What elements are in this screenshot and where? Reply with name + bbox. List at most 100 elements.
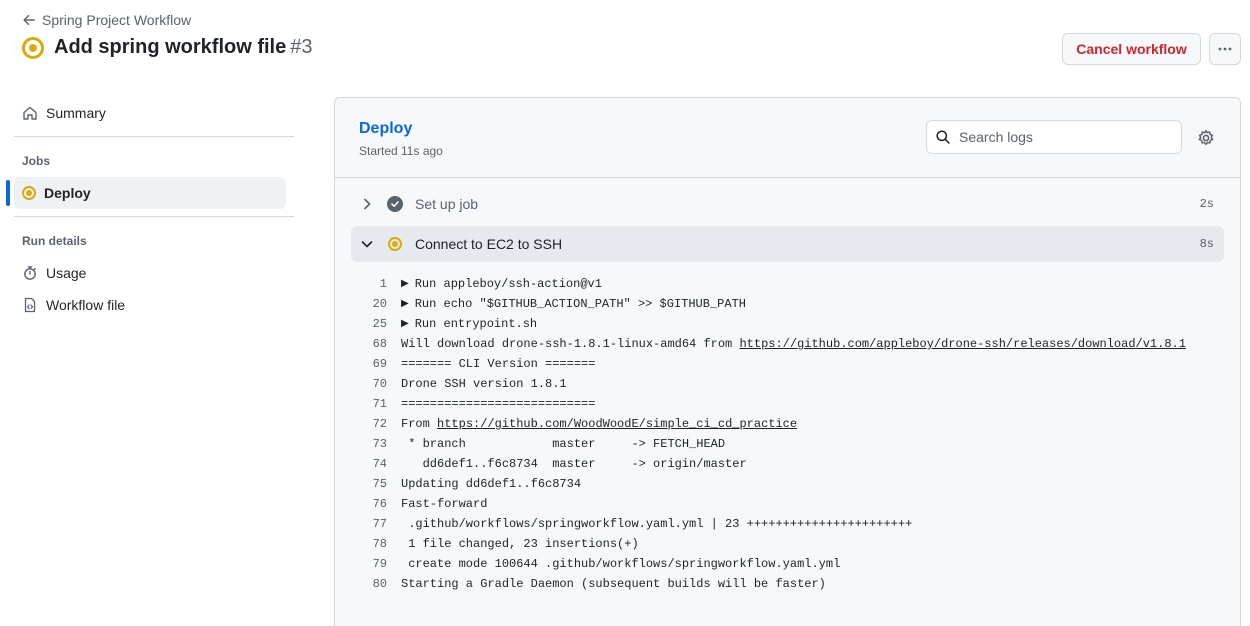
log-line: 71 =========================== bbox=[335, 394, 1240, 414]
log-line-number[interactable]: 77 bbox=[335, 517, 401, 531]
page-title: Add spring workflow file #3 bbox=[54, 36, 312, 59]
chevron-down-icon bbox=[361, 241, 373, 248]
log-line: 79 create mode 100644 .github/workflows/… bbox=[335, 554, 1240, 574]
job-name: Deploy bbox=[359, 120, 413, 137]
log-link[interactable]: https://github.com/WoodWoodE/simple_ci_c… bbox=[437, 417, 797, 431]
log-line-number[interactable]: 76 bbox=[335, 497, 401, 511]
step-duration: 2s bbox=[1199, 197, 1214, 211]
back-link-label: Spring Project Workflow bbox=[42, 12, 192, 28]
log-line[interactable]: 20 ▶ Run echo "$GITHUB_ACTION_PATH" >> $GI… bbox=[335, 294, 1240, 314]
gear-icon[interactable] bbox=[1197, 129, 1215, 147]
in-progress-icon bbox=[22, 186, 36, 200]
log-line: 72 From https://github.com/WoodWoodE/simp… bbox=[335, 414, 1240, 434]
log-line-text: Drone SSH version 1.8.1 bbox=[401, 377, 567, 391]
log-line[interactable]: 1 ▶ Run appleboy/ssh-action@v1 bbox=[335, 274, 1240, 294]
log-line-text: =========================== bbox=[401, 397, 596, 411]
log-line-number[interactable]: 75 bbox=[335, 477, 401, 491]
run-number: #3 bbox=[290, 36, 313, 58]
log-line: 80 Starting a Gradle Daemon (subsequent b… bbox=[335, 574, 1240, 594]
in-progress-icon bbox=[387, 236, 403, 252]
log-line-text: 1 file changed, 23 insertions(+) bbox=[401, 537, 639, 551]
search-logs-input[interactable] bbox=[959, 129, 1169, 145]
kebab-horizontal-icon bbox=[1218, 47, 1232, 51]
active-indicator bbox=[6, 180, 10, 206]
run-title-row: Add spring workflow file #3 bbox=[22, 36, 312, 59]
log-output: 1 ▶ Run appleboy/ssh-action@v1 20 ▶ Run echo … bbox=[335, 274, 1240, 594]
log-line-number[interactable]: 20 bbox=[335, 297, 401, 311]
log-line: 77 .github/workflows/springworkflow.yaml… bbox=[335, 514, 1240, 534]
home-icon bbox=[23, 106, 37, 120]
back-to-workflow-link[interactable]: Spring Project Workflow bbox=[22, 12, 191, 28]
log-line[interactable]: 25 ▶ Run entrypoint.sh bbox=[335, 314, 1240, 334]
step-label: Connect to EC2 to SSH bbox=[415, 236, 563, 252]
check-circle-icon bbox=[387, 196, 403, 212]
log-line-text: Starting a Gradle Daemon (subsequent bui… bbox=[401, 577, 826, 591]
log-link[interactable]: https://github.com/appleboy/drone-ssh/re… bbox=[739, 337, 1185, 351]
sidebar-item-usage[interactable]: Usage bbox=[14, 257, 286, 289]
arrow-left-icon bbox=[23, 14, 35, 26]
sidebar-item-label: Workflow file bbox=[46, 297, 126, 313]
log-line-text: Fast-forward bbox=[401, 497, 488, 511]
log-line-text: dd6def1..f6c8734 master -> origin/master bbox=[401, 457, 747, 471]
log-line-number[interactable]: 69 bbox=[335, 357, 401, 371]
log-line-number[interactable]: 1 bbox=[335, 277, 401, 291]
log-line-number[interactable]: 79 bbox=[335, 557, 401, 571]
log-line: 75 Updating dd6def1..f6c8734 bbox=[335, 474, 1240, 494]
sidebar-divider bbox=[14, 136, 294, 137]
expand-triangle-icon[interactable]: ▶ bbox=[401, 298, 409, 310]
jobs-heading: Jobs bbox=[22, 154, 51, 168]
expand-triangle-icon[interactable]: ▶ bbox=[401, 278, 409, 290]
file-code-icon bbox=[24, 297, 36, 313]
chevron-right-icon bbox=[364, 198, 371, 210]
log-line-text: create mode 100644 .github/workflows/spr… bbox=[401, 557, 841, 571]
step-label: Set up job bbox=[415, 196, 479, 212]
log-line: 78 1 file changed, 23 insertions(+) bbox=[335, 534, 1240, 554]
run-details-heading: Run details bbox=[22, 234, 87, 248]
run-title-text: Add spring workflow file bbox=[54, 36, 287, 58]
log-line-text: Will download drone-ssh-1.8.1-linux-amd6… bbox=[401, 337, 740, 351]
log-line-number[interactable]: 70 bbox=[335, 377, 401, 391]
log-line-text: Run echo "$GITHUB_ACTION_PATH" >> $GITHU… bbox=[414, 297, 746, 311]
log-line-number[interactable]: 72 bbox=[335, 417, 401, 431]
log-line-number[interactable]: 71 bbox=[335, 397, 401, 411]
log-line-text: * branch master -> FETCH_HEAD bbox=[401, 437, 726, 451]
log-line-number[interactable]: 73 bbox=[335, 437, 401, 451]
log-line: 69 ======= CLI Version ======= bbox=[335, 354, 1240, 374]
log-line-number[interactable]: 68 bbox=[335, 337, 401, 351]
log-line-text: From bbox=[401, 417, 438, 431]
log-line-text: Updating dd6def1..f6c8734 bbox=[401, 477, 582, 491]
log-line-number[interactable]: 74 bbox=[335, 457, 401, 471]
log-line-text: .github/workflows/springworkflow.yaml.ym… bbox=[401, 517, 913, 531]
log-line-number[interactable]: 80 bbox=[335, 577, 401, 591]
sidebar-item-workflow-file[interactable]: Workflow file bbox=[14, 289, 286, 321]
log-line: 74 dd6def1..f6c8734 master -> origin/mas… bbox=[335, 454, 1240, 474]
search-logs-box[interactable] bbox=[926, 120, 1182, 154]
log-line-number[interactable]: 25 bbox=[335, 317, 401, 331]
more-options-button[interactable] bbox=[1209, 33, 1241, 65]
sidebar-item-deploy[interactable]: Deploy bbox=[14, 177, 286, 209]
log-line-text: ======= CLI Version ======= bbox=[401, 357, 596, 371]
log-line: 73 * branch master -> FETCH_HEAD bbox=[335, 434, 1240, 454]
log-line-text: Run entrypoint.sh bbox=[414, 317, 538, 331]
log-line-number[interactable]: 78 bbox=[335, 537, 401, 551]
in-progress-icon bbox=[22, 36, 44, 59]
step-row-connect-to-ec2[interactable]: Connect to EC2 to SSH 8s bbox=[351, 226, 1224, 262]
job-header: Deploy Started 11s ago bbox=[335, 98, 1240, 178]
cancel-workflow-button[interactable]: Cancel workflow bbox=[1062, 33, 1201, 65]
log-line: 68 Will download drone-ssh-1.8.1-linux-am… bbox=[335, 334, 1240, 354]
log-line: 70 Drone SSH version 1.8.1 bbox=[335, 374, 1240, 394]
search-icon bbox=[936, 130, 950, 144]
sidebar-divider bbox=[14, 216, 294, 217]
job-log-panel: Deploy Started 11s ago Set up job 2s Con… bbox=[334, 97, 1241, 626]
job-started-time: Started 11s ago bbox=[359, 144, 443, 158]
sidebar-item-label: Usage bbox=[46, 265, 87, 281]
sidebar-item-label: Summary bbox=[46, 105, 106, 121]
log-line: 76 Fast-forward bbox=[335, 494, 1240, 514]
expand-triangle-icon[interactable]: ▶ bbox=[401, 318, 409, 330]
sidebar-item-label: Deploy bbox=[44, 185, 91, 201]
step-row-set-up-job[interactable]: Set up job 2s bbox=[351, 186, 1224, 222]
step-duration: 8s bbox=[1199, 237, 1214, 251]
sidebar-item-summary[interactable]: Summary bbox=[14, 97, 286, 129]
stopwatch-icon bbox=[24, 266, 36, 280]
log-line-text: Run appleboy/ssh-action@v1 bbox=[414, 277, 602, 291]
